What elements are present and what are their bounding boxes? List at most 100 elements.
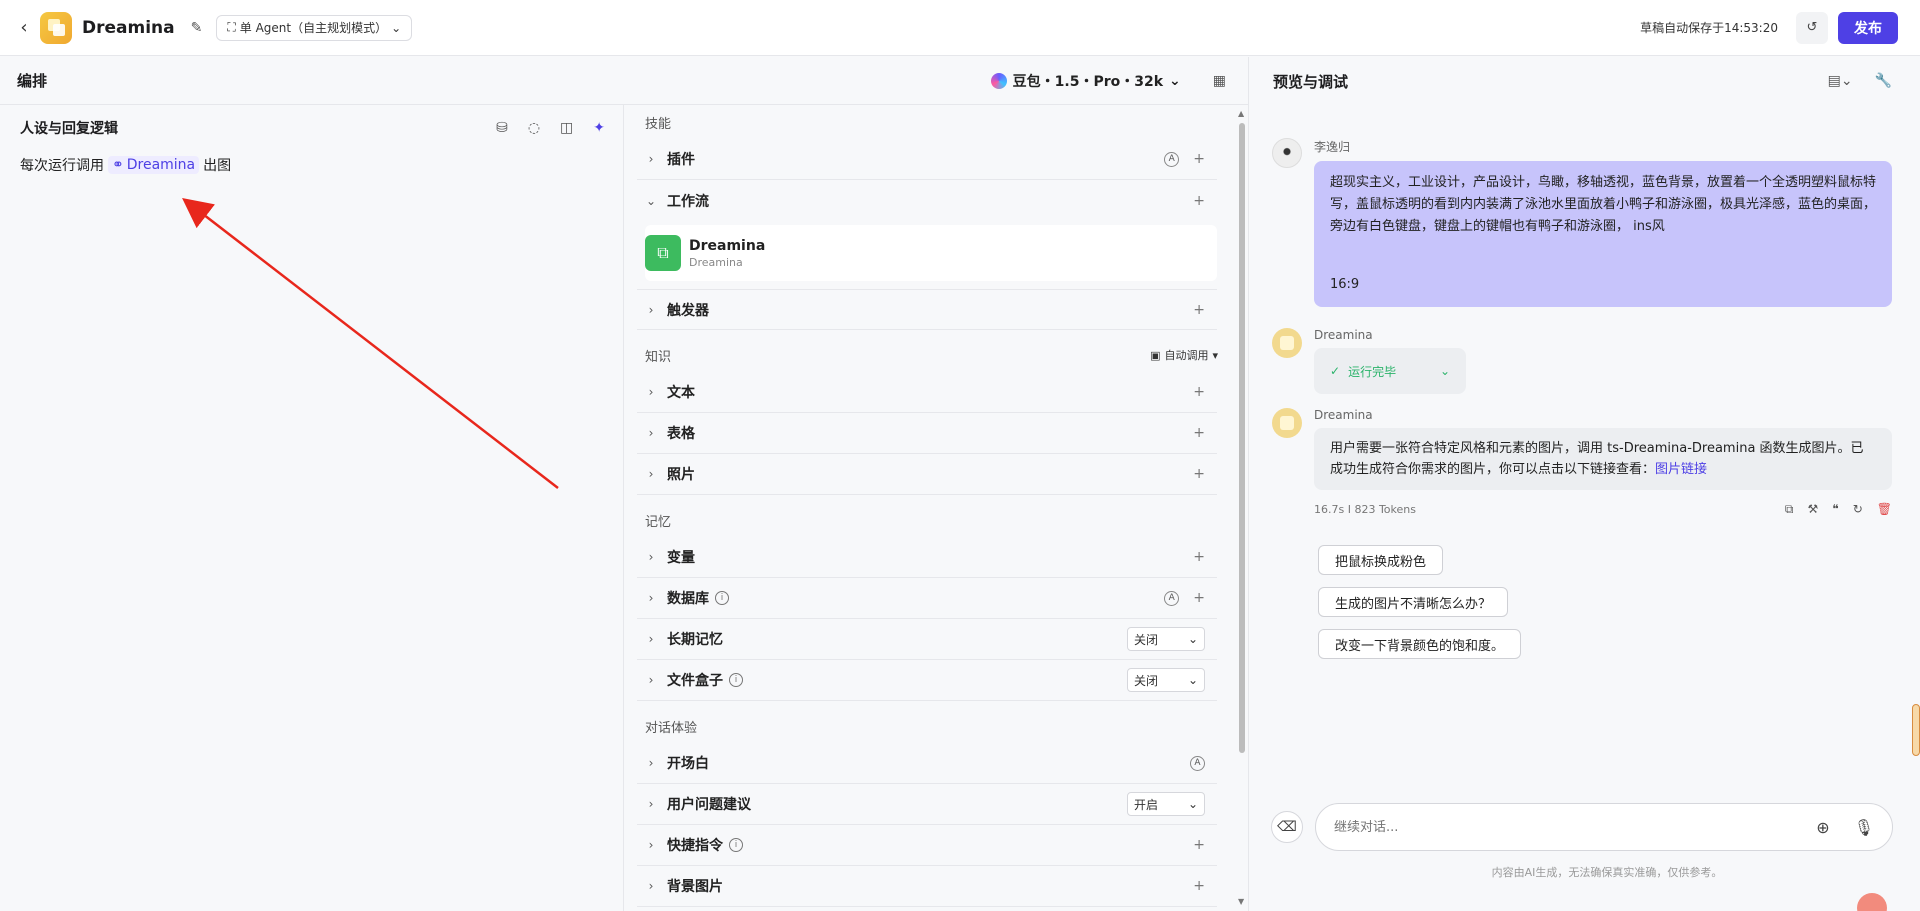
row-table[interactable]: › 表格 + [637, 413, 1217, 454]
row-label: 插件 [667, 152, 695, 168]
suggestion-chip[interactable]: 改变一下背景颜色的饱和度。 [1318, 629, 1522, 659]
row-label: 背景图片 [667, 879, 723, 895]
quote-icon[interactable]: ❝ [1832, 502, 1838, 517]
panel-title: 编排 [17, 72, 48, 90]
add-circle-icon[interactable]: ⊕ [1816, 818, 1829, 837]
copy-icon[interactable]: ⧉ [1785, 502, 1794, 517]
agent-mode-select[interactable]: ⛶ 单 Agent（自主规划模式） ⌄ [216, 14, 413, 41]
auto-icon[interactable]: A [1164, 151, 1180, 167]
debug-settings-icon[interactable]: ▤⌄ [1828, 73, 1853, 89]
chat-input[interactable] [1334, 819, 1817, 835]
row-label: 数据库 [667, 591, 709, 607]
add-icon[interactable]: + [1193, 549, 1205, 565]
row-long-term-memory[interactable]: › 长期记忆 关闭 ⌄ [637, 619, 1217, 660]
row-database[interactable]: › 数据库 i A + [637, 578, 1217, 619]
publish-button[interactable]: 发布 [1838, 11, 1898, 44]
chevron-down-icon: ⌄ [1439, 364, 1450, 378]
workflow-icon: ⧉ [645, 235, 681, 271]
long-term-memory-select[interactable]: 关闭 ⌄ [1127, 627, 1205, 651]
row-label-wrap: 数据库 i [667, 588, 729, 608]
add-icon[interactable]: + [1193, 466, 1205, 482]
caret-down-icon: ▾ [1212, 348, 1218, 362]
row-label: 快捷指令 [667, 838, 723, 854]
row-label: 文件盒子 [667, 673, 723, 689]
scroll-up-icon[interactable]: ▲ [1238, 109, 1244, 118]
history-button[interactable]: ↺ [1796, 11, 1828, 44]
model-label: 豆包・1.5・Pro・32k [1012, 73, 1164, 90]
message-meta: 16.7s I 823 Tokens ⧉ ⚒ ❝ ↻ 🗑 [1314, 502, 1892, 517]
add-icon[interactable]: + [1193, 151, 1205, 167]
run-status-card[interactable]: ✓ 运行完毕 ⌄ [1314, 348, 1466, 394]
scrollbar-thumb[interactable] [1239, 123, 1245, 753]
app-title: Dreamina [82, 17, 175, 38]
layout-grid-icon[interactable]: ▦ [1213, 73, 1226, 89]
auto-call-select[interactable]: ▣ 自动调用 ▾ [1150, 347, 1218, 363]
row-label: 长期记忆 [667, 632, 723, 648]
info-icon[interactable]: i [729, 838, 743, 852]
row-triggers[interactable]: › 触发器 + [637, 289, 1217, 330]
row-label: 变量 [667, 550, 695, 566]
chevron-right-icon: › [648, 673, 654, 687]
clear-context-button[interactable]: ⌫ [1271, 811, 1303, 843]
row-text[interactable]: › 文本 + [637, 372, 1217, 413]
row-opening[interactable]: › 开场白 A [637, 743, 1217, 784]
chevron-right-icon: › [648, 632, 654, 646]
scrollbar[interactable]: ▲ ▼ [1237, 105, 1247, 911]
add-icon[interactable]: + [1193, 837, 1205, 853]
scroll-down-icon[interactable]: ▼ [1238, 897, 1244, 906]
info-icon[interactable]: i [715, 591, 729, 605]
row-background-image[interactable]: › 背景图片 + [637, 866, 1217, 907]
workflow-card[interactable]: ⧉ Dreamina Dreamina [645, 225, 1217, 281]
image-link[interactable]: 图片链接 [1655, 462, 1707, 477]
debug-icon[interactable]: ⚒ [1807, 502, 1818, 517]
side-scroll-handle[interactable] [1912, 704, 1920, 756]
add-icon[interactable]: + [1193, 302, 1205, 318]
row-label: 用户问题建议 [667, 797, 751, 813]
delete-icon[interactable]: 🗑 [1877, 502, 1892, 517]
back-icon[interactable]: ‹ [14, 17, 34, 38]
add-icon[interactable]: + [1193, 590, 1205, 606]
add-icon[interactable]: + [1193, 425, 1205, 441]
row-label-wrap: 文件盒子 i [667, 670, 743, 690]
chevron-down-icon: ⌄ [1187, 797, 1198, 811]
row-label: 照片 [667, 467, 695, 483]
model-select[interactable]: 豆包・1.5・Pro・32k ⌄ [990, 71, 1181, 91]
row-file-box[interactable]: › 文件盒子 i 关闭 ⌄ [637, 660, 1217, 701]
chevron-right-icon: › [648, 879, 654, 893]
workflow-card-sub: Dreamina [689, 255, 743, 269]
auto-call-label: 自动调用 [1164, 349, 1209, 362]
wrench-icon[interactable]: 🔧 [1875, 73, 1892, 89]
file-box-select[interactable]: 关闭 ⌄ [1127, 668, 1205, 692]
suggestions-select[interactable]: 开启 ⌄ [1127, 792, 1205, 816]
row-photo[interactable]: › 照片 + [637, 454, 1217, 495]
chevron-down-icon: ⌄ [1169, 72, 1181, 89]
row-workflow[interactable]: ⌄ 工作流 + [637, 180, 1217, 221]
row-plugins[interactable]: › 插件 A + [637, 139, 1217, 180]
row-variables[interactable]: › 变量 + [637, 537, 1217, 578]
chevron-right-icon: › [648, 838, 654, 852]
suggestion-chip[interactable]: 生成的图片不清晰怎么办？ [1318, 587, 1509, 617]
chat-input-box[interactable]: ⊕ 🎙 [1315, 803, 1893, 851]
add-icon[interactable]: + [1193, 384, 1205, 400]
regenerate-icon[interactable]: ↻ [1853, 502, 1863, 517]
bot-run-message: Dreamina ✓ 运行完毕 ⌄ [1272, 328, 1466, 394]
skills-panel: 技能 › 插件 A + ⌄ 工作流 + ⧉ Dreamina Dreamina … [624, 105, 1234, 911]
add-icon[interactable]: + [1193, 878, 1205, 894]
microphone-icon[interactable]: 🎙 [1854, 818, 1874, 837]
agent-icon: ⛶ [227, 20, 236, 34]
info-icon[interactable]: i [729, 673, 743, 687]
doubao-icon [990, 72, 1007, 89]
chevron-down-icon: ⌄ [1187, 632, 1198, 646]
auto-icon[interactable]: A [1190, 755, 1205, 771]
chevron-down-icon: ⌄ [1187, 673, 1198, 687]
auto-icon[interactable]: A [1164, 590, 1180, 606]
suggestion-chip[interactable]: 把鼠标换成粉色 [1318, 545, 1444, 575]
add-icon[interactable]: + [1193, 193, 1205, 209]
row-shortcuts[interactable]: › 快捷指令 i + [637, 825, 1217, 866]
row-label: 表格 [667, 426, 695, 442]
row-question-suggestions[interactable]: › 用户问题建议 开启 ⌄ [637, 784, 1217, 825]
annotation-arrow [182, 197, 559, 489]
row-label: 文本 [667, 385, 695, 401]
edit-icon[interactable]: ✎ [191, 20, 203, 36]
bot-avatar [1272, 408, 1302, 438]
